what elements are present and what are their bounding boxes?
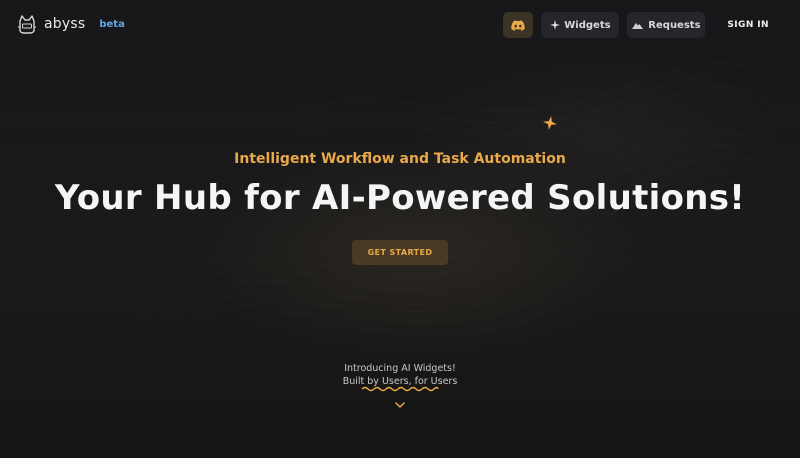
intro-line-1: Introducing AI Widgets! bbox=[344, 363, 456, 374]
widgets-label: Widgets bbox=[564, 19, 611, 31]
sparkle-icon bbox=[550, 20, 561, 30]
discord-button[interactable] bbox=[503, 12, 534, 38]
top-navbar: abyss beta Widgets Requests SIGN IN bbox=[0, 0, 800, 50]
brand-logo[interactable]: abyss beta bbox=[16, 13, 125, 35]
get-started-button[interactable]: GET STARTED bbox=[352, 240, 448, 265]
requests-button[interactable]: Requests bbox=[627, 12, 706, 38]
hero-headline: Your Hub for AI-Powered Solutions! bbox=[54, 178, 746, 218]
brand-name: abyss bbox=[44, 16, 86, 32]
beta-badge: beta bbox=[99, 18, 125, 30]
discord-icon bbox=[511, 19, 526, 31]
requests-label: Requests bbox=[648, 19, 701, 31]
mountain-icon bbox=[632, 23, 644, 29]
star-sparkle-icon bbox=[543, 116, 557, 130]
hero-subtitle: Intelligent Workflow and Task Automation bbox=[234, 151, 566, 167]
chevron-down-icon[interactable] bbox=[394, 401, 406, 409]
widgets-button[interactable]: Widgets bbox=[541, 12, 620, 38]
intro-text: Introducing AI Widgets! Built by Users, … bbox=[0, 362, 800, 388]
squiggle-underline bbox=[361, 386, 439, 392]
sign-in-link[interactable]: SIGN IN bbox=[727, 20, 769, 30]
nav-actions: Widgets Requests SIGN IN bbox=[503, 12, 784, 38]
abyss-logo-icon bbox=[18, 15, 36, 34]
